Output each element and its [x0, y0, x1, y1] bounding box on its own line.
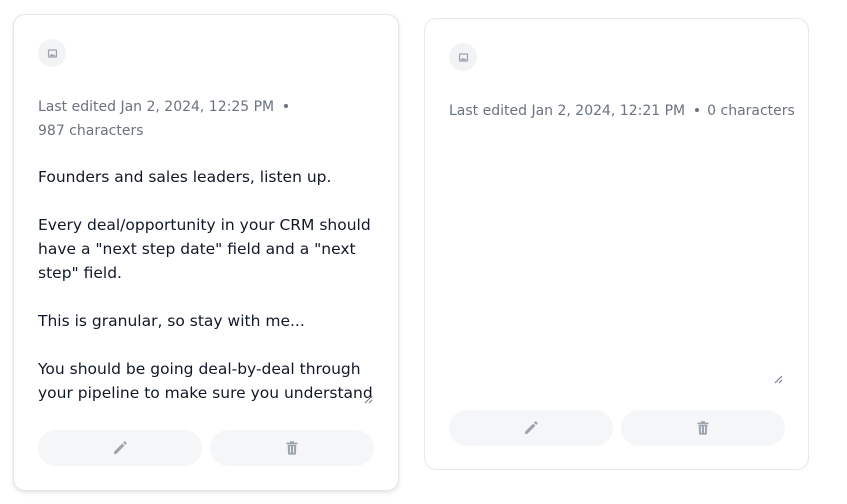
note-body-textarea[interactable]: Founders and sales leaders, listen up. E… — [38, 165, 376, 405]
note-card: Last edited Jan 2, 2024, 12:21 PM 0 chara… — [424, 18, 809, 470]
add-image-button[interactable] — [449, 43, 477, 71]
character-count: 0 characters — [707, 103, 795, 119]
edit-button[interactable] — [449, 410, 613, 446]
resize-handle-icon[interactable] — [774, 375, 783, 384]
character-count: 987 characters — [38, 123, 144, 139]
last-edited-label: Last edited Jan 2, 2024, 12:21 PM — [449, 103, 686, 119]
note-meta: Last edited Jan 2, 2024, 12:25 PM 987 ch… — [38, 95, 378, 143]
note-body-textarea[interactable] — [449, 144, 787, 384]
note-card: Last edited Jan 2, 2024, 12:25 PM 987 ch… — [13, 14, 399, 491]
edit-button[interactable] — [38, 430, 202, 466]
image-icon — [458, 52, 468, 62]
separator-dot — [284, 104, 289, 108]
trash-icon — [697, 421, 709, 435]
resize-handle-icon[interactable] — [364, 395, 373, 404]
last-edited-label: Last edited Jan 2, 2024, 12:25 PM — [38, 99, 275, 115]
separator-dot — [695, 108, 700, 112]
note-meta: Last edited Jan 2, 2024, 12:21 PM 0 chara… — [449, 99, 795, 123]
pencil-icon — [114, 441, 127, 454]
add-image-button[interactable] — [38, 39, 66, 67]
delete-button[interactable] — [210, 430, 374, 466]
pencil-icon — [525, 421, 538, 434]
trash-icon — [286, 441, 298, 455]
image-icon — [47, 48, 57, 58]
delete-button[interactable] — [621, 410, 785, 446]
